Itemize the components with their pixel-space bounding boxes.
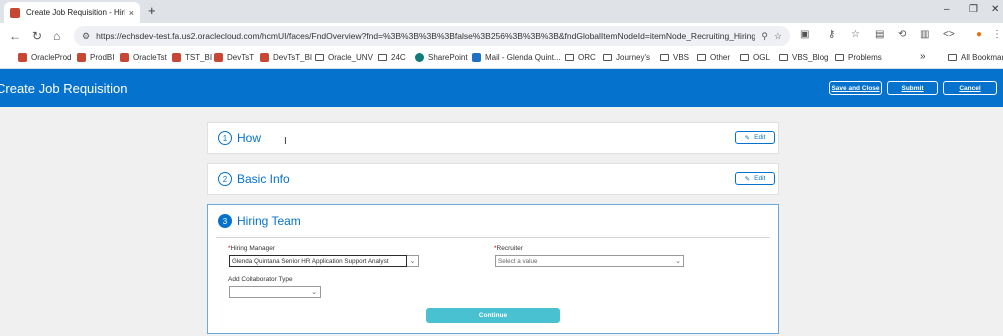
devtools-icon[interactable]: <>	[943, 29, 955, 40]
window-close-icon[interactable]: ✕	[991, 4, 999, 15]
url-text: https://echsdev-test.fa.us2.oraclecloud.…	[96, 31, 756, 41]
hiring-manager-input[interactable]: Glenda Quintana Senior HR Application Su…	[229, 255, 407, 267]
submit-button[interactable]: Submit	[887, 81, 938, 95]
oracle-favicon-icon	[10, 7, 20, 18]
bookmark-oracletst[interactable]: OracleTst	[120, 53, 167, 62]
reading-list-icon[interactable]: ▤	[875, 29, 884, 40]
minimize-icon[interactable]: –	[944, 4, 950, 15]
bookmark-problems[interactable]: Problems	[835, 53, 882, 62]
bookmark-orc[interactable]: ORC	[565, 53, 596, 62]
profile-extension-icon[interactable]: ●	[976, 29, 982, 40]
home-icon[interactable]: ⌂	[53, 29, 60, 43]
pencil-icon: ✎	[744, 134, 751, 142]
mail-icon	[472, 53, 481, 62]
folder-icon	[660, 54, 669, 61]
oracle-icon	[260, 53, 269, 62]
favorites-icon[interactable]: ☆	[851, 29, 860, 40]
step-number: 3	[218, 214, 232, 228]
site-info-icon[interactable]: ⚙	[82, 31, 90, 42]
oracle-icon	[214, 53, 223, 62]
trash-icon[interactable]: ▥	[920, 29, 929, 40]
back-icon[interactable]: ←	[9, 29, 21, 43]
search-icon[interactable]: ⚲	[761, 31, 768, 42]
tab-title: Create Job Requisition - Hiring	[26, 8, 125, 17]
section-how: 1 How I ✎ Edit	[207, 122, 779, 154]
recruiter-label: *Recruiter	[494, 245, 523, 252]
hiring-manager-dropdown-icon[interactable]: ⌄	[407, 255, 419, 267]
bookmark-devtst[interactable]: DevTsT	[214, 53, 254, 62]
bookmark-star-icon[interactable]: ☆	[774, 31, 782, 42]
new-tab-icon[interactable]: +	[148, 3, 156, 18]
bookmark-other[interactable]: Other	[697, 53, 730, 62]
collaborator-type-label: Add Collaborator Type	[228, 276, 293, 283]
oracle-icon	[120, 53, 129, 62]
folder-icon	[565, 54, 574, 61]
sharepoint-icon	[415, 53, 424, 62]
folder-icon	[697, 54, 706, 61]
browser-tab[interactable]: Create Job Requisition - Hiring ×	[4, 2, 140, 23]
save-and-close-button[interactable]: Save and Close	[829, 81, 882, 95]
browser-toolbar: ← ↻ ⌂ ⚙ https://echsdev-test.fa.us2.orac…	[0, 23, 1003, 49]
bookmark-oracle-unv[interactable]: Oracle_UNV	[315, 53, 373, 62]
address-bar[interactable]: ⚙ https://echsdev-test.fa.us2.oracleclou…	[74, 26, 790, 46]
edit-how-button[interactable]: ✎ Edit	[735, 131, 775, 144]
extensions-icon[interactable]: ▣	[800, 29, 809, 40]
folder-icon	[740, 54, 749, 61]
folder-icon	[779, 54, 788, 61]
hiring-manager-label: *Hiring Manager	[228, 245, 275, 252]
menu-icon[interactable]: ⋮	[992, 29, 1002, 40]
step-number: 1	[218, 131, 232, 145]
pencil-icon: ✎	[744, 175, 751, 183]
history-icon[interactable]: ⟲	[898, 29, 906, 40]
browser-tab-strip: Create Job Requisition - Hiring × + – ❐ …	[0, 0, 1003, 23]
collaborator-dropdown-icon[interactable]: ⌄	[308, 286, 320, 298]
recruiter-select[interactable]: Select a value	[495, 255, 684, 267]
edit-basic-info-button[interactable]: ✎ Edit	[735, 172, 775, 185]
bookmark-vbs[interactable]: VBS	[660, 53, 689, 62]
step-number: 2	[218, 172, 232, 186]
bookmarks-bar: OracleProd ProdBI OracleTst TST_BI DevTs…	[0, 49, 1003, 69]
bookmark-devtst-bi[interactable]: DevTsT_BI	[260, 53, 312, 62]
folder-icon	[948, 54, 957, 61]
section-hiring-team: 3 Hiring Team *Hiring Manager Glenda Qui…	[207, 204, 779, 334]
bookmark-mail[interactable]: Mail - Glenda Quint...	[472, 53, 561, 62]
section-divider	[216, 237, 770, 238]
restore-icon[interactable]: ❐	[969, 4, 978, 15]
app-header: Create Job Requisition Save and Close Su…	[0, 69, 1003, 107]
section-title: How	[237, 131, 262, 145]
bookmark-oracleprod[interactable]: OracleProd	[18, 53, 71, 62]
bookmark-sharepoint[interactable]: SharePoint	[415, 53, 468, 62]
continue-button[interactable]: Continue	[426, 308, 560, 323]
bookmark-journeys[interactable]: Journey's	[603, 53, 650, 62]
reload-icon[interactable]: ↻	[32, 29, 42, 43]
close-tab-icon[interactable]: ×	[129, 8, 134, 18]
folder-icon	[378, 54, 387, 61]
section-basic-info: 2 Basic Info ✎ Edit	[207, 163, 779, 195]
section-title: Basic Info	[237, 172, 290, 186]
all-bookmarks[interactable]: All Bookmarks	[948, 53, 1003, 62]
folder-icon	[603, 54, 612, 61]
section-title: Hiring Team	[237, 214, 301, 228]
bookmark-prodbi[interactable]: ProdBI	[77, 53, 114, 62]
bookmark-ogl[interactable]: OGL	[740, 53, 770, 62]
cancel-button[interactable]: Cancel	[943, 81, 997, 95]
folder-icon	[835, 54, 844, 61]
folder-icon	[315, 54, 324, 61]
oracle-icon	[77, 53, 86, 62]
oracle-icon	[18, 53, 27, 62]
oracle-icon	[172, 53, 181, 62]
text-cursor-icon: I	[284, 136, 287, 147]
page-title: Create Job Requisition	[0, 81, 128, 96]
recruiter-dropdown-icon[interactable]: ⌄	[672, 255, 684, 267]
bookmark-vbs-blog[interactable]: VBS_Blog	[779, 53, 828, 62]
password-key-icon[interactable]: ⚷	[828, 29, 835, 40]
bookmark-24c[interactable]: 24C	[378, 53, 406, 62]
more-bookmarks-icon[interactable]: »	[920, 51, 926, 62]
bookmark-tst-bi[interactable]: TST_BI	[172, 53, 212, 62]
